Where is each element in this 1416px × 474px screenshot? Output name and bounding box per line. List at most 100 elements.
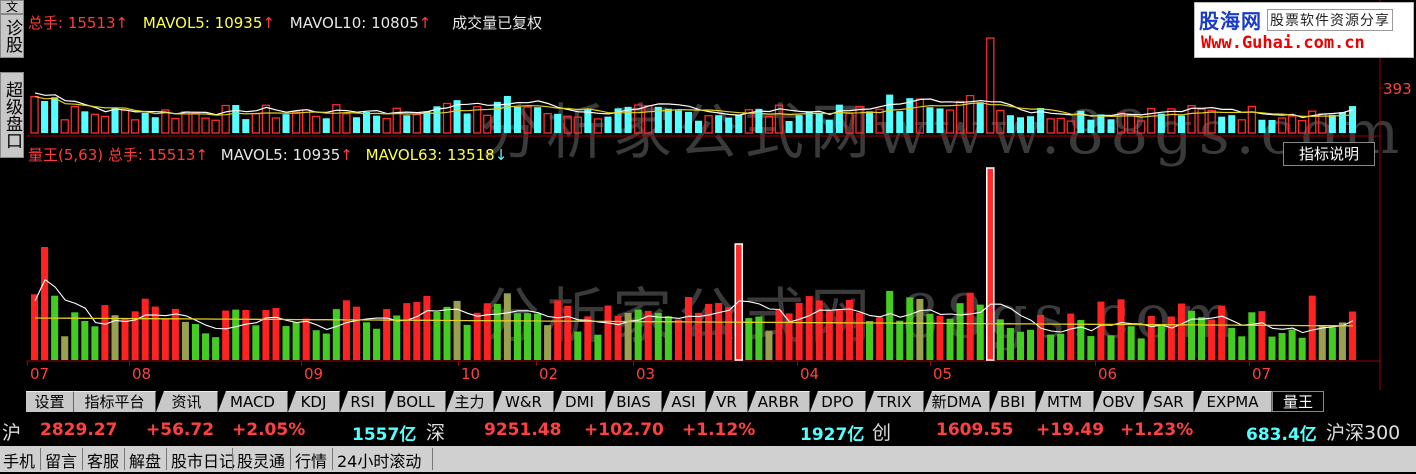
guhai-logo[interactable]: 股海网 股票软件资源分享 Www.Guhai.com.cn [1194,2,1414,58]
tab-bias[interactable]: BIAS [606,391,662,412]
market-name[interactable]: 创 [872,418,891,445]
link-separator [82,448,83,470]
indicator-explain-button[interactable]: 指标说明 [1283,142,1375,166]
market-amount: 1927亿 [800,425,865,445]
volume-bar [51,97,59,133]
volume-bar [41,101,49,133]
link-3[interactable]: 解盘 [129,448,161,472]
volume-bar [503,95,511,133]
volume-bar [211,119,220,134]
tab-vr[interactable]: VR [706,391,748,412]
indicator-bar [1157,325,1165,360]
tab-boll[interactable]: BOLL [386,391,446,412]
tab-资讯[interactable]: 资讯 [156,391,218,412]
tab-新dma[interactable]: 新DMA [924,391,990,412]
volume-bar [1137,120,1146,134]
tab-指标平台[interactable]: 指标平台 [74,391,156,412]
indicator-bar [695,312,703,360]
link-6[interactable]: 行情 [295,448,327,472]
volume-bar [332,104,341,134]
indicator-bar [906,297,914,360]
tab-dmi[interactable]: DMI [554,391,606,412]
volume-bar [845,112,854,134]
volume-chart[interactable] [0,0,1416,390]
tab-expma[interactable]: EXPMA [1194,391,1272,412]
tab-trix[interactable]: TRIX [866,391,924,412]
indicator-bar [926,313,934,360]
indicator-bar [1187,310,1196,360]
volume-header: 总手: 15513↑ MAVOL5: 10935↑ MAVOL10: 10805… [28,12,542,33]
indicator-bar [1218,305,1226,360]
volume-bar [704,115,713,134]
tab-asi[interactable]: ASI [662,391,706,412]
indicator-bar [292,322,300,360]
indicator-header: 量王(5,63) 总手: 15513↑ MAVOL5: 10935↑ MAVOL… [28,144,507,165]
volume-bar [423,111,431,133]
link-5[interactable]: 股灵通 [237,448,285,472]
tab-dpo[interactable]: DPO [810,391,866,412]
volume-bar [81,111,89,133]
indicator-bar [342,300,350,360]
market-name[interactable]: 沪 [2,418,21,445]
indicator-bar [41,247,49,360]
indicator-bar [1308,295,1316,360]
tab-kdj[interactable]: KDJ [288,391,340,412]
volume-bar [563,116,572,134]
indicator-bar [493,303,501,360]
volume-bar [573,116,582,134]
volume-bar [60,119,69,134]
volume-bar [1328,114,1336,133]
link-2[interactable]: 客服 [87,448,119,472]
tab-设置[interactable]: 设置 [26,391,74,412]
market-name[interactable]: 深 [426,418,445,445]
indicator-bar [101,305,109,360]
link-7[interactable]: 24小时滚动 [337,448,421,472]
volume-bar [1228,115,1236,133]
link-0[interactable]: 手机 [3,448,35,472]
indicator-bar [282,326,290,360]
tab-obv[interactable]: OBV [1094,391,1144,412]
volume-bar [906,98,914,133]
indicator-bar [1107,335,1115,360]
indicator-bar [81,320,89,360]
volume-bar [695,120,703,133]
indicator-bar [523,313,532,360]
date-axis-tick [930,361,931,366]
indicator-bar [1318,325,1326,360]
link-4[interactable]: 股市日记 [171,448,235,472]
indicator-bar [1177,303,1185,360]
volume-bar [463,113,471,133]
volume-bar [221,104,230,134]
tab-sar[interactable]: SAR [1144,391,1194,412]
indicator-bar [1167,316,1175,360]
tab-主力[interactable]: 主力 [446,391,494,412]
indicator-bar [664,316,672,360]
volume-bar [191,112,200,134]
indicator-name[interactable]: 量王(5,63) [28,146,103,164]
volume-bar [100,115,110,134]
volume-bar [1277,117,1287,134]
tab-wr[interactable]: W&R [494,391,554,412]
indicator-bar [1047,334,1055,360]
indicator-bar [866,321,874,360]
volume-bar [1027,116,1035,133]
indicator-bar [473,312,481,360]
indicator-bar [322,333,330,360]
tab-量王[interactable]: 量王 [1272,391,1324,412]
indicator-bar [413,302,421,360]
volume-bar [1268,119,1276,133]
tab-macd[interactable]: MACD [218,391,288,412]
volume-total: 总手: 15513 [28,14,116,32]
volume-bar [805,111,813,133]
tab-arbr[interactable]: ARBR [748,391,810,412]
volume-bar [1207,109,1216,134]
indicator-bar [1077,319,1085,360]
tab-mtm[interactable]: MTM [1036,391,1094,412]
tab-rsi[interactable]: RSI [340,391,386,412]
volume-bar [886,94,894,133]
indicator-bar [966,292,974,360]
market-hs300[interactable]: 沪深300 [1326,418,1400,445]
volume-bar [181,111,190,134]
tab-bbi[interactable]: BBI [990,391,1036,412]
link-1[interactable]: 留言 [45,448,77,472]
